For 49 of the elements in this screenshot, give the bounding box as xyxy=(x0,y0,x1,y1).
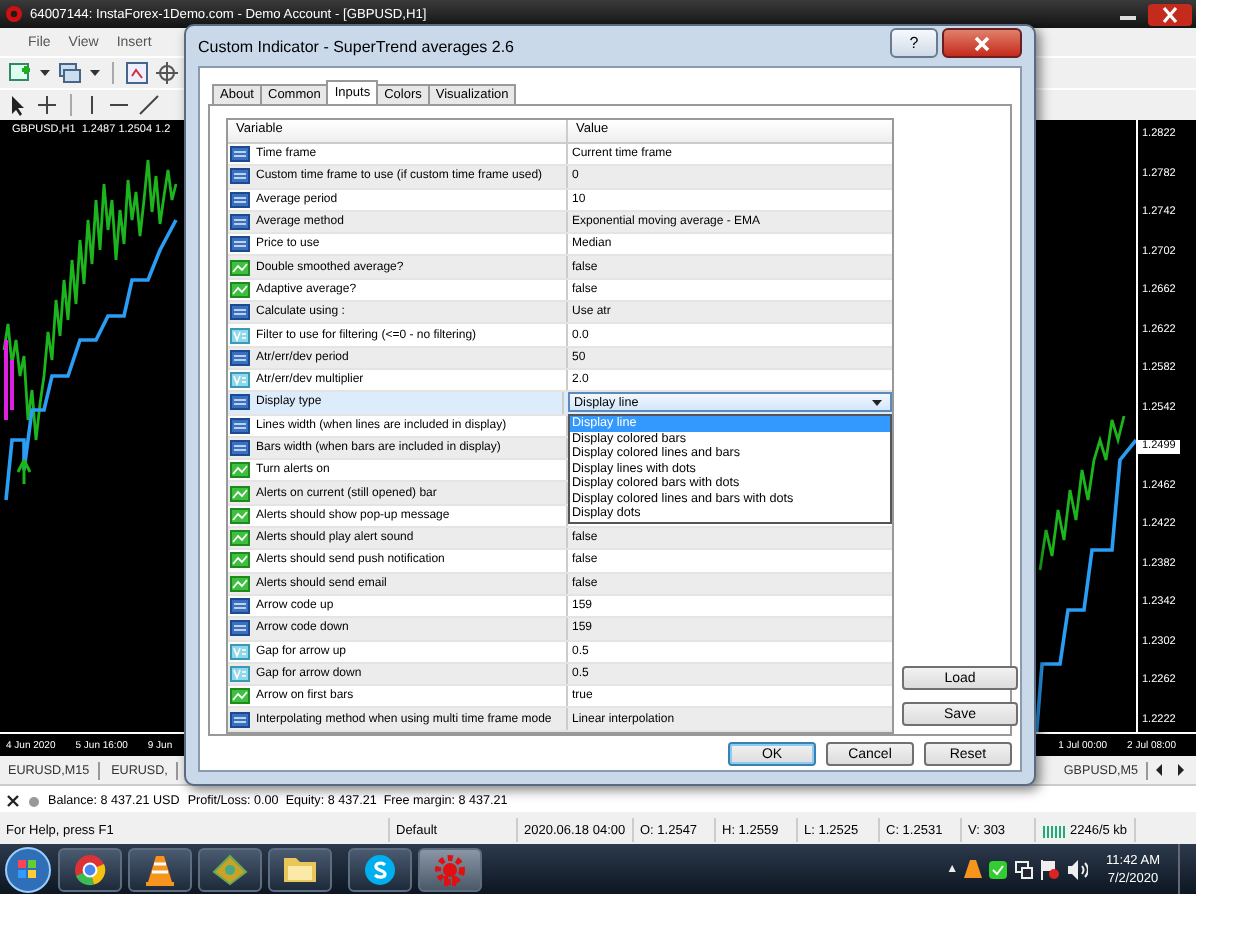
balance-icon xyxy=(28,796,40,808)
integer-type-icon xyxy=(230,146,250,163)
cursor-icon[interactable] xyxy=(8,94,28,116)
new-chart-icon[interactable] xyxy=(8,62,32,84)
caret-icon[interactable] xyxy=(40,69,50,77)
integer-type-icon xyxy=(230,620,250,637)
taskbar-button[interactable] xyxy=(268,847,332,891)
close-icon xyxy=(974,35,990,51)
integer-type-icon xyxy=(230,598,250,615)
scroll-right-icon[interactable] xyxy=(1172,762,1188,778)
browser-icon xyxy=(74,853,106,885)
traffic-cone-icon xyxy=(146,853,174,885)
messenger-icon xyxy=(364,853,396,885)
start-button[interactable] xyxy=(4,845,52,893)
folder-icon xyxy=(282,854,318,884)
integer-type-icon xyxy=(230,214,250,231)
traffic-cone-icon[interactable] xyxy=(964,859,983,879)
integer-type-icon xyxy=(230,168,250,185)
close-icon[interactable] xyxy=(1148,3,1192,25)
close-button[interactable] xyxy=(942,28,1022,58)
flag-icon[interactable] xyxy=(1040,859,1061,879)
connection-bars-icon xyxy=(1042,823,1066,837)
profile-icon[interactable] xyxy=(58,62,82,84)
integer-type-icon xyxy=(230,191,250,208)
scroll-left-icon[interactable] xyxy=(1152,762,1168,778)
trend-marker xyxy=(4,338,14,422)
caret-icon[interactable] xyxy=(90,69,100,77)
integer-type-icon xyxy=(230,440,250,456)
close-icon[interactable] xyxy=(6,794,20,808)
arrow-icon xyxy=(16,458,32,486)
trend-line-icon[interactable] xyxy=(138,94,160,116)
taskbar-button[interactable] xyxy=(128,847,192,891)
crosshair-icon[interactable] xyxy=(36,94,58,116)
chart-window-icon[interactable] xyxy=(126,62,148,84)
integer-type-icon xyxy=(230,711,250,728)
dialog-title: Custom Indicator - SuperTrend averages 2.6 xyxy=(198,37,515,55)
integer-type-icon xyxy=(230,349,250,366)
taskbar-button[interactable] xyxy=(198,847,262,891)
taskbar-button[interactable] xyxy=(58,847,122,891)
shield-icon[interactable] xyxy=(988,859,1009,879)
caret-icon xyxy=(872,399,882,406)
network-icon[interactable] xyxy=(1014,859,1035,879)
crosshair-icon[interactable] xyxy=(156,62,178,84)
help-button[interactable]: ? xyxy=(890,28,938,58)
integer-type-icon xyxy=(230,304,250,321)
taskbar-button[interactable] xyxy=(348,847,412,891)
integer-type-icon xyxy=(230,236,250,253)
diamond-icon xyxy=(212,853,248,885)
speaker-icon[interactable] xyxy=(1066,859,1089,879)
